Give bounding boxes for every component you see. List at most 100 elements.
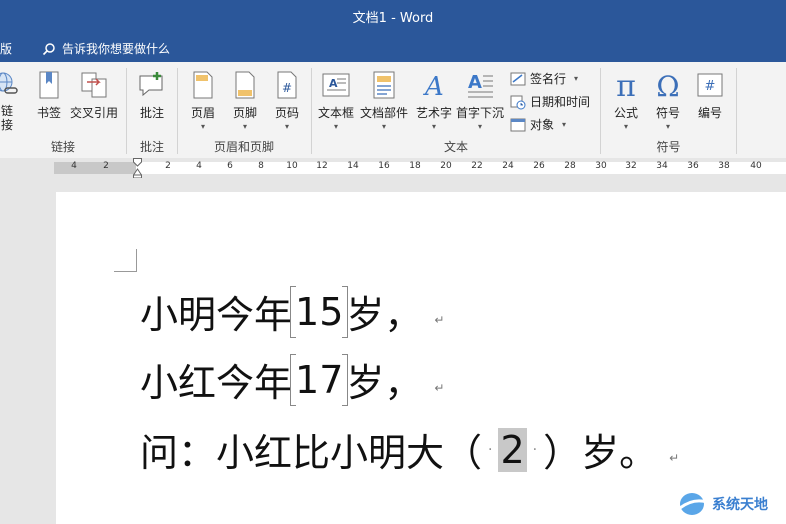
- document-page[interactable]: 小明今年 15 岁， ↵ 小红今年 17 岁， ↵ 问：小红比小明大（ · 2 …: [56, 192, 786, 524]
- object-button[interactable]: 对象 ▾: [510, 116, 566, 133]
- ruler-number: 20: [440, 161, 452, 171]
- drop-cap-button[interactable]: A 首字下沉 ▾: [456, 68, 504, 131]
- paragraph-mark: ↵: [434, 312, 445, 327]
- ruler-number: 8: [258, 161, 264, 171]
- title-bar: 文档1 - Word: [0, 0, 786, 34]
- line-1-field[interactable]: 15: [290, 285, 349, 338]
- chevron-down-icon: ▾: [478, 122, 483, 131]
- quick-parts-button[interactable]: 文档部件 ▾: [360, 68, 408, 131]
- window-title: 文档1 - Word: [352, 11, 434, 26]
- ribbon-separator: [736, 68, 737, 154]
- group-symbols-label: 符号: [656, 140, 681, 154]
- ruler-number: 18: [409, 161, 421, 171]
- wordart-label: 艺术字: [416, 106, 453, 120]
- signature-line-label: 签名行: [530, 72, 567, 86]
- cross-reference-label: 交叉引用: [70, 106, 119, 120]
- group-comments: 批注 批注: [127, 62, 177, 158]
- document-line-1[interactable]: 小明今年 15 岁， ↵: [140, 284, 444, 339]
- ribbon: 链 接 书签 交叉引用 链接 批注 批注 页眉 ▾ 页脚 ▾ # 页码 ▾ 页眉…: [0, 62, 786, 159]
- horizontal-ruler[interactable]: 4 2 2 4 6 8 10 12 14 16 18 20 22 24 26 28 30 32 34 36 38 40: [0, 158, 786, 178]
- quick-parts-icon: [369, 68, 399, 102]
- ruler-number: 2: [165, 161, 171, 171]
- equation-button[interactable]: π 公式 ▾: [611, 68, 641, 131]
- header-button[interactable]: 页眉 ▾: [188, 68, 218, 131]
- link-label: 链 接: [0, 104, 13, 132]
- header-icon: [188, 68, 218, 102]
- bookmark-button[interactable]: 书签: [34, 68, 64, 121]
- ruler-number: 2: [103, 161, 109, 171]
- watermark-logo: 系统天地: [678, 490, 768, 518]
- paragraph-mark: ↵: [434, 380, 445, 395]
- signature-line-icon: [510, 72, 526, 85]
- chevron-down-icon: ▾: [242, 122, 247, 131]
- ruler-number: 34: [656, 161, 668, 171]
- footer-icon: [230, 68, 260, 102]
- search-icon: [42, 42, 55, 55]
- line-1-prefix: 小明今年: [140, 293, 293, 337]
- equation-label: 公式: [613, 106, 638, 120]
- link-button[interactable]: 链 接: [0, 68, 22, 132]
- symbol-button[interactable]: Ω 符号 ▾: [653, 68, 683, 131]
- line-3-prefix: 问：小红比小明大（: [140, 431, 483, 475]
- ruler-number: 16: [378, 161, 390, 171]
- bookmark-icon: [34, 68, 64, 102]
- chevron-down-icon: ▾: [623, 122, 628, 131]
- comment-icon: [137, 68, 167, 102]
- number-icon: #: [695, 68, 725, 102]
- ruler-number: 28: [564, 161, 576, 171]
- drop-cap-icon: A: [465, 68, 495, 102]
- group-text-label: 文本: [443, 140, 468, 154]
- chevron-down-icon: ▾: [665, 122, 670, 131]
- footer-label: 页脚: [232, 106, 257, 120]
- number-label: 编号: [697, 106, 722, 120]
- indent-marker-icon[interactable]: [133, 158, 142, 178]
- group-links-label: 链接: [50, 140, 75, 154]
- line-3-suffix: ）岁。: [543, 431, 658, 475]
- ruler-number: 12: [316, 161, 328, 171]
- footer-button[interactable]: 页脚 ▾: [230, 68, 260, 131]
- page-number-button[interactable]: # 页码 ▾: [272, 68, 302, 131]
- space-mark: ·: [532, 441, 538, 458]
- tab-layout-partial[interactable]: 排版: [0, 40, 12, 57]
- ruler-number: 6: [227, 161, 233, 171]
- chevron-down-icon: ▾: [574, 74, 579, 83]
- tabs-row: 排版 告诉我你想要做什么: [0, 34, 786, 62]
- tell-me-box[interactable]: 告诉我你想要做什么: [42, 40, 170, 57]
- signature-line-button[interactable]: 签名行 ▾: [510, 70, 578, 87]
- ruler-number: 4: [196, 161, 202, 171]
- tell-me-text: 告诉我你想要做什么: [62, 42, 171, 56]
- number-button[interactable]: # 编号: [695, 68, 725, 121]
- cross-reference-button[interactable]: 交叉引用: [70, 68, 118, 121]
- document-line-3[interactable]: 问：小红比小明大（ · 2 · ）岁。 ↵: [140, 422, 679, 477]
- ruler-number: 4: [71, 161, 77, 171]
- svg-text:A: A: [423, 72, 444, 100]
- line-1-suffix: 岁，: [346, 293, 423, 337]
- svg-text:#: #: [282, 81, 292, 95]
- comment-button[interactable]: 批注: [137, 68, 167, 121]
- date-time-button[interactable]: 日期和时间: [510, 93, 590, 110]
- textbox-button[interactable]: A 文本框 ▾: [318, 68, 354, 131]
- globe-logo-icon: [679, 493, 708, 515]
- watermark-text: 系统天地: [712, 497, 768, 513]
- group-header-footer-label: 页眉和页脚: [213, 140, 274, 154]
- ruler-number: 36: [687, 161, 699, 171]
- wordart-button[interactable]: A 艺术字 ▾: [416, 68, 452, 131]
- line-2-field[interactable]: 17: [290, 353, 349, 406]
- svg-text:#: #: [705, 79, 716, 94]
- group-links: 链 接 书签 交叉引用 链接: [0, 62, 126, 158]
- paragraph-mark: ↵: [669, 450, 680, 465]
- ruler-number: 26: [533, 161, 545, 171]
- comment-label: 批注: [139, 106, 164, 120]
- equation-icon: π: [611, 68, 641, 102]
- svg-text:A: A: [329, 77, 338, 90]
- chevron-down-icon: ▾: [562, 120, 567, 129]
- line-3-answer[interactable]: 2: [498, 427, 527, 472]
- date-time-icon: [510, 95, 526, 109]
- group-symbols: π 公式 ▾ Ω 符号 ▾ # 编号 符号: [601, 62, 736, 158]
- svg-text:A: A: [468, 72, 482, 93]
- ruler-number: 14: [347, 161, 359, 171]
- object-icon: [510, 118, 526, 131]
- document-line-2[interactable]: 小红今年 17 岁， ↵: [140, 352, 444, 407]
- cross-reference-icon: [79, 68, 109, 102]
- group-header-footer: 页眉 ▾ 页脚 ▾ # 页码 ▾ 页眉和页脚: [178, 62, 310, 158]
